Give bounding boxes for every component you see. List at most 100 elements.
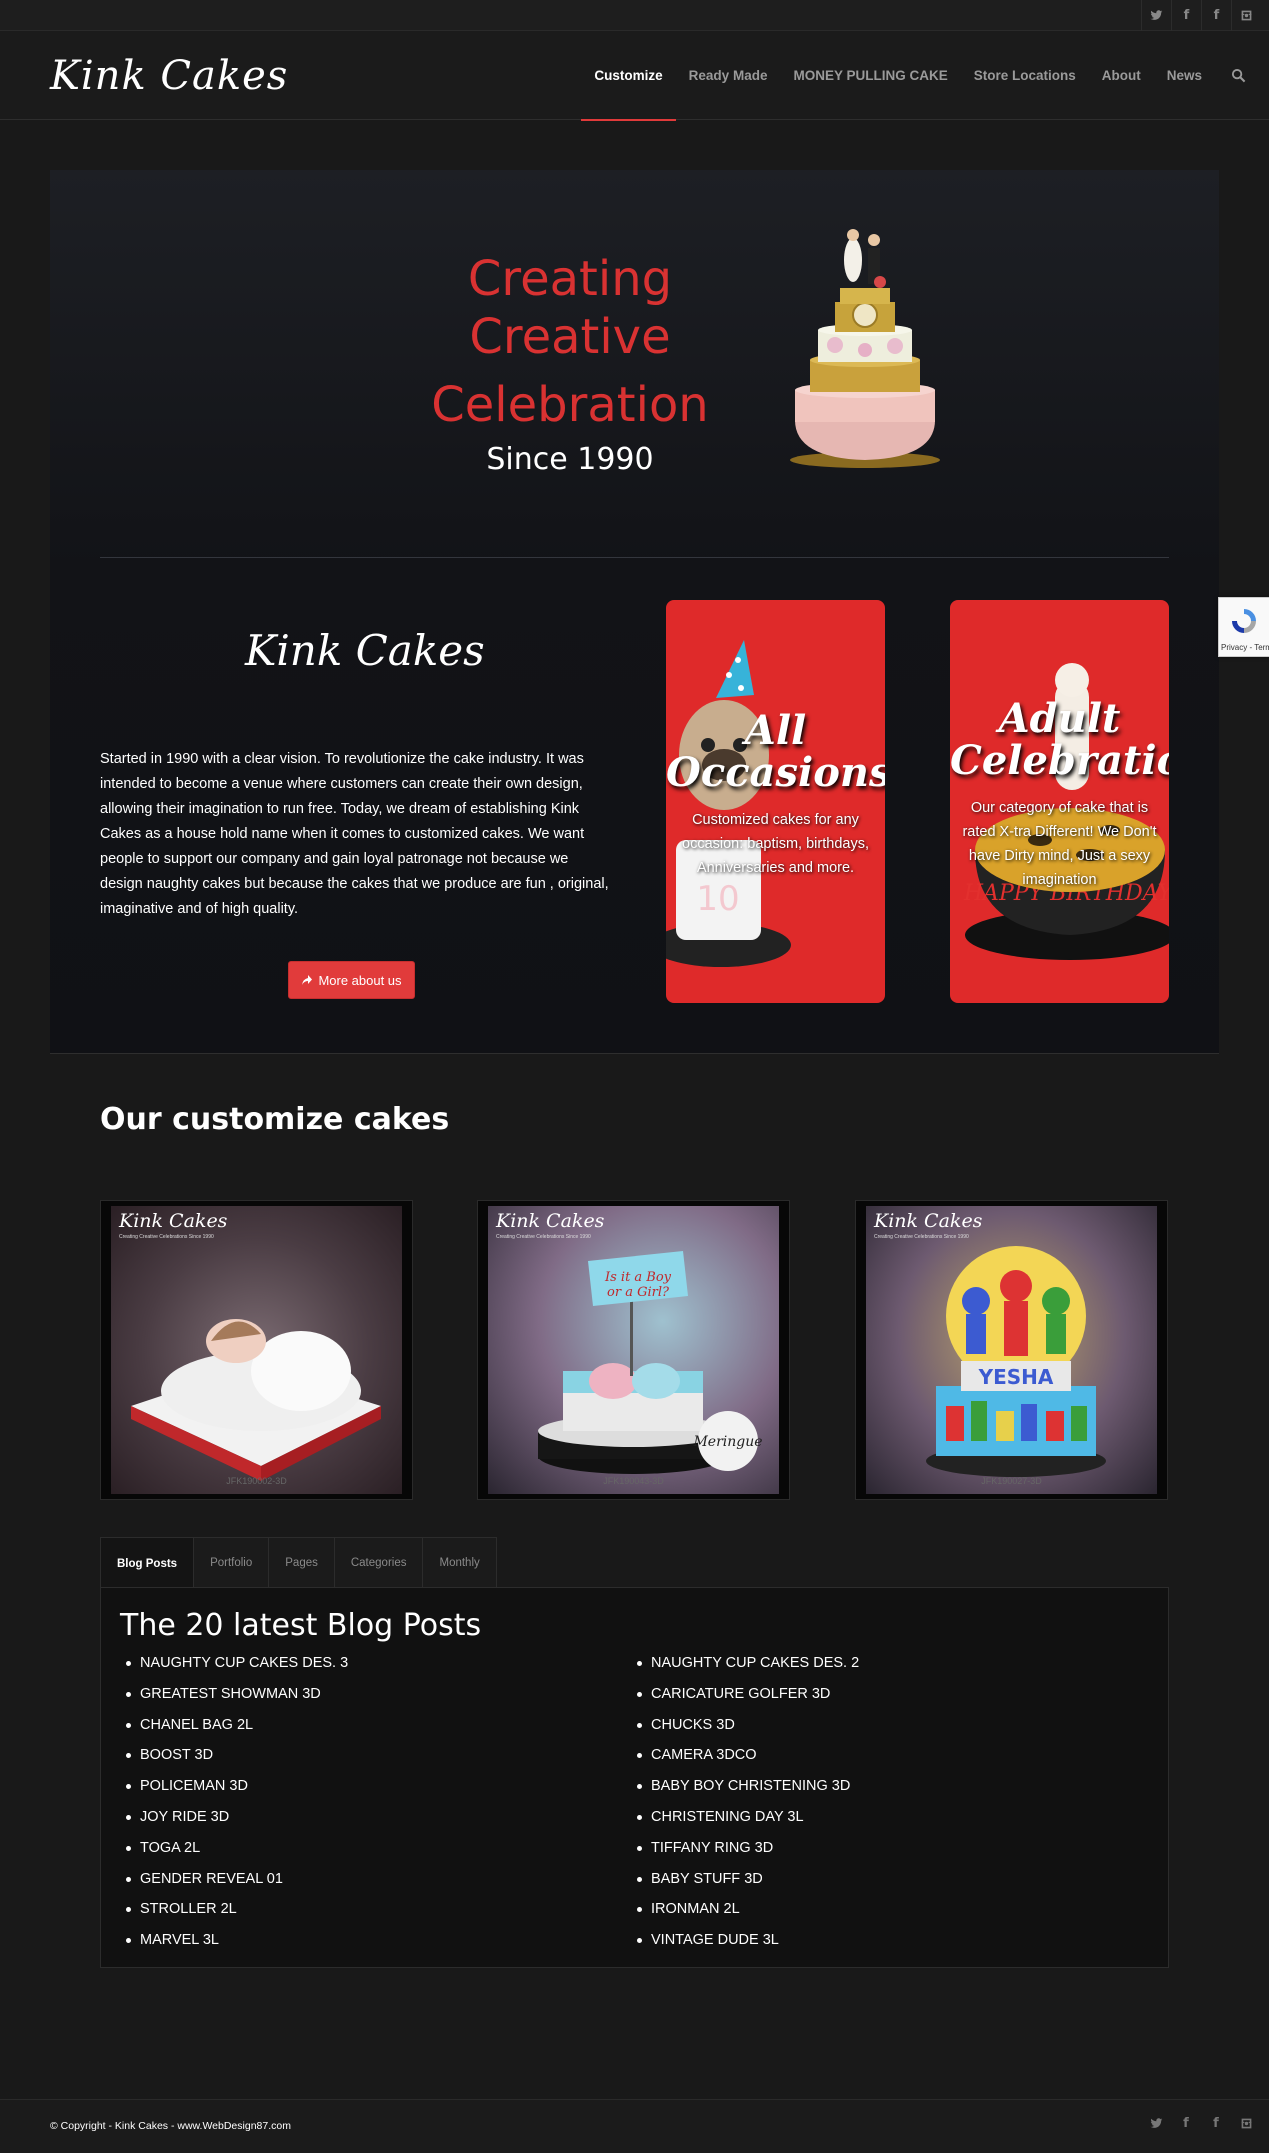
blog-post-link[interactable]: GREATEST SHOWMAN 3D <box>120 1679 348 1710</box>
more-about-us-button[interactable]: More about us <box>288 961 415 999</box>
hero-subtitle: Since 1990 <box>486 442 654 477</box>
hero-section: Creating Creative Celebration Since 1990… <box>50 170 1219 1054</box>
nav-item-about[interactable]: About <box>1089 31 1154 120</box>
card-adult-celebrations[interactable]: HAPPY BIRTHDAY Adult Celebrations Our ca… <box>950 600 1169 1003</box>
wedding-cake-image <box>790 229 940 468</box>
nav-item-customize[interactable]: Customize <box>581 31 676 121</box>
watermark-logo: Kink Cakes <box>874 1210 983 1232</box>
card-all-occasions[interactable]: 10 All Occasions Customized cakes for an… <box>666 600 885 1003</box>
blog-post-link[interactable]: CAMERA 3DCO <box>631 1740 859 1771</box>
svg-text:or a Girl?: or a Girl? <box>607 1285 670 1300</box>
about-logo: Kink Cakes <box>245 626 485 675</box>
blog-post-link[interactable]: MARVEL 3L <box>120 1925 348 1956</box>
svg-text:Meringue: Meringue <box>692 1434 762 1450</box>
card-title: All Occasions <box>666 710 885 794</box>
top-social-bar: f f <box>0 0 1269 31</box>
section-title: Our customize cakes <box>100 1102 450 1137</box>
twitter-icon[interactable] <box>1141 0 1171 31</box>
site-header: Kink Cakes Customize Ready Made MONEY PU… <box>0 31 1269 121</box>
site-footer: © Copyright - Kink Cakes - www.WebDesign… <box>0 2099 1269 2153</box>
blog-posts-heading: The 20 latest Blog Posts <box>120 1608 482 1643</box>
pj-masks-cake-image: YESHA <box>926 1246 1106 1477</box>
card-title-line: All <box>744 707 807 754</box>
blog-post-link[interactable]: CHUCKS 3D <box>631 1710 859 1741</box>
blog-post-link[interactable]: TOGA 2L <box>120 1833 348 1864</box>
blog-posts-list: NAUGHTY CUP CAKES DES. 2 CARICATURE GOLF… <box>631 1648 859 1956</box>
tab-monthly[interactable]: Monthly <box>422 1537 497 1588</box>
watermark-tagline: Creating Creative Celebrations Since 199… <box>874 1234 969 1240</box>
blog-posts-list: NAUGHTY CUP CAKES DES. 3 GREATEST SHOWMA… <box>120 1648 348 1956</box>
recaptcha-terms[interactable]: Privacy - Terms <box>1221 643 1269 652</box>
svg-text:Is it a Boy: Is it a Boy <box>604 1270 672 1285</box>
blog-post-link[interactable]: JOY RIDE 3D <box>120 1802 348 1833</box>
card-description: Customized cakes for any occasion: bapti… <box>682 812 869 876</box>
hero-title-line: Creating <box>467 251 673 307</box>
blog-post-link[interactable]: CHRISTENING DAY 3L <box>631 1802 859 1833</box>
facebook-icon[interactable]: f <box>1201 0 1231 31</box>
hero-title-line: Creative <box>469 309 671 365</box>
tab-portfolio[interactable]: Portfolio <box>193 1537 270 1588</box>
facebook-icon[interactable]: f <box>1171 0 1201 31</box>
footer-social-links: f f <box>1141 2108 1261 2138</box>
facebook-icon[interactable]: f <box>1171 2108 1201 2138</box>
blog-post-link[interactable]: BOOST 3D <box>120 1740 348 1771</box>
gallery-item[interactable]: Kink Cakes Creating Creative Celebration… <box>100 1200 413 1500</box>
site-logo[interactable]: Kink Cakes <box>50 53 288 99</box>
nav-item-store-locations[interactable]: Store Locations <box>961 31 1089 120</box>
card-title-line: Occasions <box>666 749 885 796</box>
about-text: Started in 1990 with a clear vision. To … <box>100 751 609 917</box>
watermark-logo: Kink Cakes <box>496 1210 605 1232</box>
blog-post-link[interactable]: BABY STUFF 3D <box>631 1864 859 1895</box>
divider <box>100 557 1169 558</box>
card-title-line: Celebrations <box>950 737 1169 784</box>
hero-title-line: Celebration <box>431 377 709 433</box>
instagram-icon[interactable] <box>1231 2108 1261 2138</box>
gallery-item[interactable]: Is it a Boy or a Girl? Meringue Kink Cak… <box>477 1200 790 1500</box>
nav-item-ready-made[interactable]: Ready Made <box>676 31 781 120</box>
recaptcha-icon <box>1232 609 1256 633</box>
blog-post-link[interactable]: TIFFANY RING 3D <box>631 1833 859 1864</box>
nav-item-money-pulling-cake[interactable]: MONEY PULLING CAKE <box>780 31 960 120</box>
blog-post-link[interactable]: NAUGHTY CUP CAKES DES. 2 <box>631 1648 859 1679</box>
blog-post-link[interactable]: GENDER REVEAL 01 <box>120 1864 348 1895</box>
gallery-item[interactable]: YESHA Kink Cakes Creating Creative Celeb… <box>855 1200 1168 1500</box>
content-tabs: Blog Posts Portfolio Pages Categories Mo… <box>100 1537 497 1589</box>
cake-photo: Is it a Boy or a Girl? Meringue Kink Cak… <box>488 1206 779 1494</box>
main-nav: Customize Ready Made MONEY PULLING CAKE … <box>581 31 1269 121</box>
product-code: JFK190027-3D <box>981 1476 1042 1486</box>
search-icon[interactable] <box>1215 31 1261 120</box>
more-about-us-label: More about us <box>318 972 402 988</box>
card-title-line: Adult <box>998 695 1121 742</box>
instagram-icon[interactable] <box>1231 0 1261 31</box>
cake-photo: Kink Cakes Creating Creative Celebration… <box>111 1206 402 1494</box>
social-links: f f <box>1141 0 1261 31</box>
blog-post-link[interactable]: IRONMAN 2L <box>631 1894 859 1925</box>
facebook-icon[interactable]: f <box>1201 2108 1231 2138</box>
blog-post-link[interactable]: CHANEL BAG 2L <box>120 1710 348 1741</box>
blog-post-link[interactable]: BABY BOY CHRISTENING 3D <box>631 1771 859 1802</box>
copyright-text[interactable]: © Copyright - Kink Cakes - www.WebDesign… <box>50 2120 291 2132</box>
product-code: JFK190043-3D <box>603 1476 664 1486</box>
tab-categories[interactable]: Categories <box>333 1537 424 1588</box>
twitter-icon[interactable] <box>1141 2108 1171 2138</box>
blog-post-link[interactable]: POLICEMAN 3D <box>120 1771 348 1802</box>
share-arrow-icon <box>302 975 313 985</box>
watermark-logo: Kink Cakes <box>119 1210 228 1232</box>
tab-blog-posts[interactable]: Blog Posts <box>100 1537 195 1589</box>
blog-post-link[interactable]: VINTAGE DUDE 3L <box>631 1925 859 1956</box>
blog-post-link[interactable]: CARICATURE GOLFER 3D <box>631 1679 859 1710</box>
gender-reveal-cake-image: Is it a Boy or a Girl? Meringue <box>538 1251 763 1474</box>
card-title: Adult Celebrations <box>950 698 1169 782</box>
tab-panel-blog-posts: The 20 latest Blog Posts NAUGHTY CUP CAK… <box>100 1587 1169 1968</box>
svg-text:10: 10 <box>696 879 739 919</box>
blog-post-link[interactable]: NAUGHTY CUP CAKES DES. 3 <box>120 1648 348 1679</box>
cake-photo: YESHA Kink Cakes Creating Creative Celeb… <box>866 1206 1157 1494</box>
recaptcha-badge[interactable]: Privacy - Terms <box>1218 597 1269 657</box>
blog-post-link[interactable]: STROLLER 2L <box>120 1894 348 1925</box>
watermark-tagline: Creating Creative Celebrations Since 199… <box>496 1234 591 1240</box>
card-description: Our category of cake that is rated X-tra… <box>962 800 1157 888</box>
product-code: JFK190002-3D <box>226 1476 287 1486</box>
nav-item-news[interactable]: News <box>1154 31 1215 120</box>
baby-cake-image <box>131 1319 381 1481</box>
tab-pages[interactable]: Pages <box>268 1537 335 1588</box>
